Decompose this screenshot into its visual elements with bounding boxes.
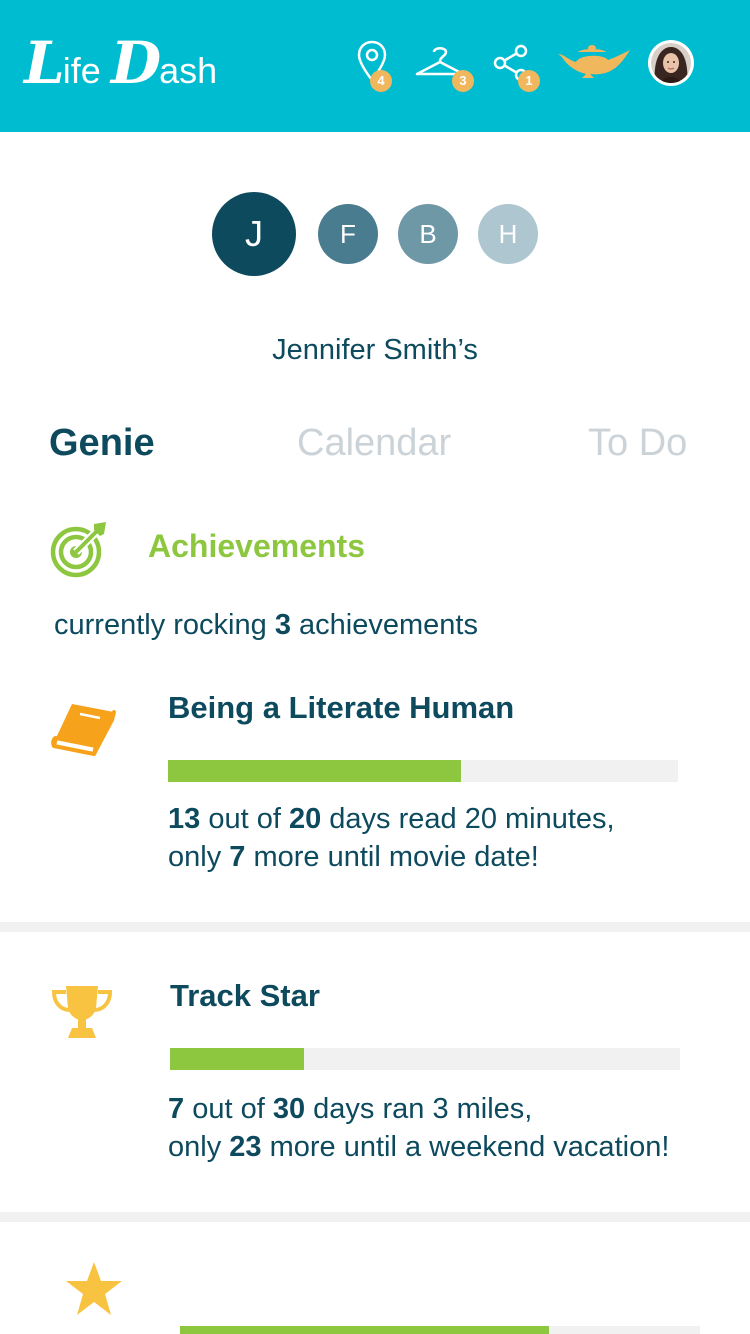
achievements-icon-wrap — [50, 520, 110, 585]
logo-text-ash: ash — [159, 50, 218, 91]
summary-suffix: achievements — [299, 609, 478, 641]
achievement-progress-bar — [180, 1326, 700, 1334]
user-avatar[interactable] — [648, 40, 694, 86]
book-icon — [51, 704, 116, 756]
achievement-icon-wrap — [50, 982, 114, 1045]
achievement-line-1: 7 out of 30 days ran 3 miles, — [168, 1093, 533, 1125]
summary-prefix: currently rocking — [54, 609, 267, 641]
card-divider — [0, 1212, 750, 1222]
achievement-icon-wrap — [64, 1260, 124, 1323]
tab-calendar[interactable]: Calendar — [297, 420, 451, 466]
achievement-progress-fill — [168, 760, 462, 782]
logo-letter-d: D — [110, 29, 162, 97]
family-member-f[interactable]: F — [318, 204, 378, 264]
genie-button[interactable] — [556, 42, 632, 82]
achievement-description: 7 out of 30 days ran 3 miles, only 23 mo… — [168, 1090, 669, 1166]
target-icon — [50, 522, 106, 578]
achievement-line-2: only 7 more until movie date! — [168, 841, 539, 873]
app-header: Life Dash 4 3 1 — [0, 0, 750, 132]
achievement-description: 13 out of 20 days read 20 minutes, only … — [168, 800, 615, 876]
achievement-line-2: only 23 more until a weekend vacation! — [168, 1131, 670, 1163]
logo-letter-l: L — [24, 29, 65, 97]
share-button[interactable]: 1 — [492, 44, 542, 92]
achievements-title: Achievements — [148, 528, 365, 564]
tab-genie[interactable]: Genie — [49, 420, 155, 466]
location-button[interactable]: 4 — [356, 40, 396, 92]
achievement-progress-fill — [170, 1048, 305, 1070]
achievement-title: Being a Literate Human — [168, 690, 515, 725]
family-member-b[interactable]: B — [398, 204, 458, 264]
tab-todo[interactable]: To Do — [588, 420, 687, 466]
owner-label: Jennifer Smith’s — [272, 334, 478, 366]
achievement-icon-wrap — [50, 700, 116, 765]
achievement-line-1: 13 out of 20 days read 20 minutes, — [168, 803, 615, 835]
family-member-h[interactable]: H — [478, 204, 538, 264]
achievement-progress-bar — [170, 1048, 680, 1070]
location-badge: 4 — [370, 70, 392, 92]
lifedash-logo[interactable]: Life Dash — [24, 28, 217, 98]
achievement-title: Track Star — [170, 978, 320, 1013]
wardrobe-button[interactable]: 3 — [414, 44, 478, 92]
summary-count: 3 — [274, 609, 291, 641]
logo-text-ife: ife — [62, 50, 101, 91]
family-member-j[interactable]: J — [212, 192, 296, 276]
share-badge: 1 — [518, 70, 540, 92]
wardrobe-badge: 3 — [452, 70, 474, 92]
genie-lamp-icon — [558, 45, 630, 78]
achievement-progress-bar — [168, 760, 678, 782]
achievements-summary: currently rocking 3 achievements — [54, 609, 478, 642]
star-icon — [66, 1262, 122, 1315]
trophy-icon — [51, 986, 113, 1038]
achievement-progress-fill — [180, 1326, 550, 1334]
card-divider — [0, 922, 750, 932]
profile-photo-icon — [651, 43, 691, 83]
